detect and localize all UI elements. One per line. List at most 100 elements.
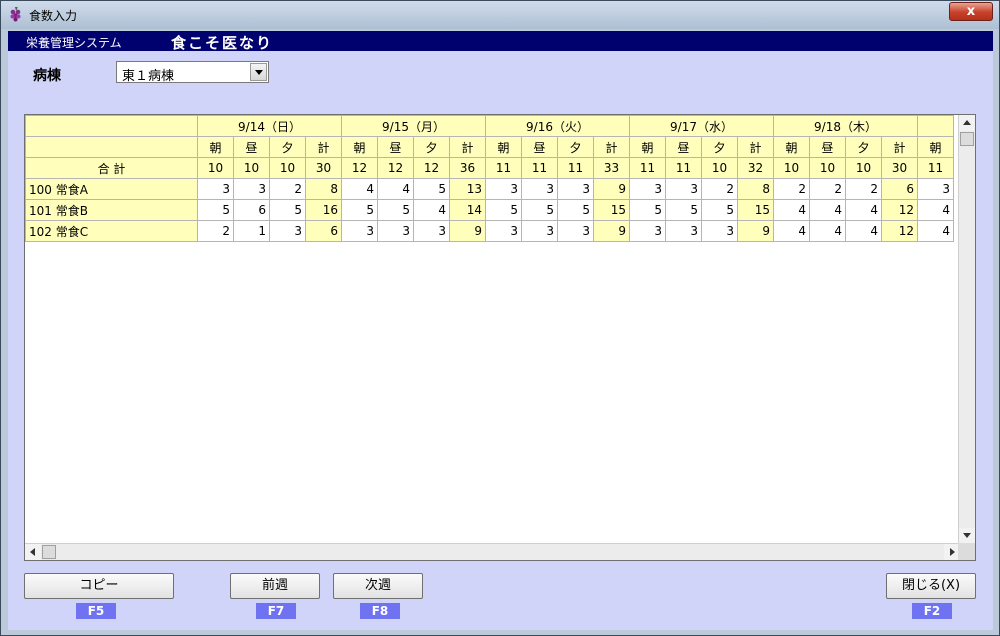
vertical-scroll-thumb[interactable] bbox=[960, 132, 974, 146]
prev-week-button[interactable]: 前週 bbox=[230, 573, 320, 599]
scroll-left-button[interactable] bbox=[25, 544, 41, 560]
count-cell[interactable]: 2 bbox=[197, 220, 234, 242]
meal-count-grid[interactable]: 9/14（日） 9/15（月） 9/16（火） 9/17（水） 9/18（木）朝 昼 夕計 朝… bbox=[24, 114, 976, 561]
count-cell[interactable]: 3 bbox=[665, 220, 702, 242]
count-cell[interactable]: 5 bbox=[665, 199, 702, 221]
title-bar[interactable]: 食数入力 x bbox=[1, 1, 999, 29]
total-cell: 10 bbox=[233, 157, 270, 179]
vertical-scrollbar[interactable] bbox=[958, 115, 975, 544]
count-cell[interactable]: 3 bbox=[233, 178, 270, 200]
food-count-input-window: 食数入力 x 栄養管理システム 食こそ医なり 病棟 東１病棟 9/14（日） 9/… bbox=[0, 0, 1000, 636]
copy-button[interactable]: コピー bbox=[24, 573, 174, 599]
next-week-button[interactable]: 次週 bbox=[333, 573, 423, 599]
ward-dropdown-button[interactable] bbox=[250, 63, 267, 81]
meal-header-row: 朝昼夕計朝昼夕計朝昼夕計朝昼夕計朝昼夕計朝 bbox=[25, 136, 954, 158]
total-cell: 11 bbox=[665, 157, 702, 179]
f2-key-label: F2 bbox=[912, 603, 952, 619]
total-cell: 10 bbox=[773, 157, 810, 179]
count-cell[interactable]: 4 bbox=[917, 199, 954, 221]
count-cell[interactable]: 4 bbox=[845, 220, 882, 242]
meal-header: 昼 bbox=[665, 136, 702, 158]
day-sum-cell: 9 bbox=[593, 178, 630, 200]
count-cell[interactable]: 3 bbox=[485, 220, 522, 242]
count-cell[interactable]: 4 bbox=[773, 220, 810, 242]
count-cell[interactable]: 4 bbox=[917, 220, 954, 242]
count-cell[interactable]: 3 bbox=[485, 178, 522, 200]
count-cell[interactable]: 4 bbox=[809, 220, 846, 242]
count-cell[interactable]: 5 bbox=[557, 199, 594, 221]
count-cell[interactable]: 3 bbox=[341, 220, 378, 242]
meal-header: 朝 bbox=[917, 136, 954, 158]
count-cell[interactable]: 1 bbox=[233, 220, 270, 242]
total-cell: 11 bbox=[629, 157, 666, 179]
ward-select[interactable]: 東１病棟 bbox=[116, 61, 269, 84]
total-cell: 10 bbox=[269, 157, 306, 179]
total-row: 合 計 10 10 10 30 12 12 12 36 11 11 11 33 11 11 10 32 10 10 1… bbox=[25, 157, 954, 179]
count-cell[interactable]: 4 bbox=[809, 199, 846, 221]
window-close-button[interactable]: x bbox=[949, 2, 993, 21]
date-header bbox=[917, 115, 954, 137]
count-cell[interactable]: 2 bbox=[845, 178, 882, 200]
meal-header: 昼 bbox=[377, 136, 414, 158]
count-cell[interactable]: 5 bbox=[269, 199, 306, 221]
close-button[interactable]: 閉じる(X) bbox=[886, 573, 976, 599]
count-cell[interactable]: 4 bbox=[341, 178, 378, 200]
meal-header: 夕 bbox=[557, 136, 594, 158]
count-cell[interactable]: 4 bbox=[413, 199, 450, 221]
horizontal-scroll-thumb[interactable] bbox=[42, 545, 56, 559]
count-cell[interactable]: 3 bbox=[413, 220, 450, 242]
count-cell[interactable]: 3 bbox=[629, 220, 666, 242]
chevron-down-icon bbox=[255, 70, 263, 75]
arrow-left-icon bbox=[30, 548, 35, 556]
total-cell: 12 bbox=[341, 157, 378, 179]
count-cell[interactable]: 2 bbox=[269, 178, 306, 200]
date-header-row: 9/14（日） 9/15（月） 9/16（火） 9/17（水） 9/18（木） bbox=[25, 115, 954, 137]
count-cell[interactable]: 3 bbox=[521, 220, 558, 242]
count-cell[interactable]: 5 bbox=[521, 199, 558, 221]
count-cell[interactable]: 2 bbox=[701, 178, 738, 200]
total-cell: 12 bbox=[377, 157, 414, 179]
count-cell[interactable]: 5 bbox=[413, 178, 450, 200]
ward-label: 病棟 bbox=[33, 68, 61, 84]
horizontal-scrollbar[interactable] bbox=[25, 543, 960, 560]
corner-cell bbox=[25, 136, 198, 158]
count-cell[interactable]: 3 bbox=[701, 220, 738, 242]
count-cell[interactable]: 3 bbox=[269, 220, 306, 242]
count-cell[interactable]: 3 bbox=[917, 178, 954, 200]
count-cell[interactable]: 4 bbox=[845, 199, 882, 221]
scroll-down-button[interactable] bbox=[959, 528, 975, 544]
day-sum-cell: 6 bbox=[881, 178, 918, 200]
count-cell[interactable]: 3 bbox=[557, 178, 594, 200]
count-cell[interactable]: 5 bbox=[341, 199, 378, 221]
meal-header: 朝 bbox=[773, 136, 810, 158]
scroll-up-button[interactable] bbox=[959, 115, 975, 131]
count-cell[interactable]: 5 bbox=[197, 199, 234, 221]
count-cell[interactable]: 6 bbox=[233, 199, 270, 221]
count-cell[interactable]: 2 bbox=[773, 178, 810, 200]
grid-viewport: 9/14（日） 9/15（月） 9/16（火） 9/17（水） 9/18（木）朝 昼 夕計 朝… bbox=[25, 115, 960, 544]
count-cell[interactable]: 3 bbox=[377, 220, 414, 242]
count-cell[interactable]: 5 bbox=[629, 199, 666, 221]
count-cell[interactable]: 3 bbox=[629, 178, 666, 200]
count-cell[interactable]: 4 bbox=[377, 178, 414, 200]
count-cell[interactable]: 3 bbox=[521, 178, 558, 200]
table-row[interactable]: 100 常食A 3 3 2 8 4 4 5 13 3 3 3 9 3 3 2 8 2 2 2 6 3 bbox=[25, 178, 954, 200]
count-cell[interactable]: 4 bbox=[773, 199, 810, 221]
count-cell[interactable]: 5 bbox=[485, 199, 522, 221]
total-cell: 11 bbox=[485, 157, 522, 179]
count-cell[interactable]: 5 bbox=[377, 199, 414, 221]
count-cell[interactable]: 3 bbox=[557, 220, 594, 242]
count-cell[interactable]: 2 bbox=[809, 178, 846, 200]
meal-count-table: 9/14（日） 9/15（月） 9/16（火） 9/17（水） 9/18（木）朝 昼 夕計 朝… bbox=[25, 115, 954, 242]
ward-selected-value: 東１病棟 bbox=[122, 69, 175, 84]
total-label: 合 計 bbox=[25, 157, 198, 179]
total-cell: 11 bbox=[557, 157, 594, 179]
table-row[interactable]: 102 常食C 2 1 3 6 3 3 3 9 3 3 3 9 3 3 3 9 4 4 4 12 4 bbox=[25, 220, 954, 242]
meal-header: 計 bbox=[593, 136, 630, 158]
total-cell: 10 bbox=[845, 157, 882, 179]
date-header: 9/17（水） bbox=[629, 115, 774, 137]
table-row[interactable]: 101 常食B 5 6 5 16 5 5 4 14 5 5 5 15 5 5 5 15 4 4 4 12 4 bbox=[25, 199, 954, 221]
count-cell[interactable]: 3 bbox=[665, 178, 702, 200]
count-cell[interactable]: 5 bbox=[701, 199, 738, 221]
count-cell[interactable]: 3 bbox=[197, 178, 234, 200]
